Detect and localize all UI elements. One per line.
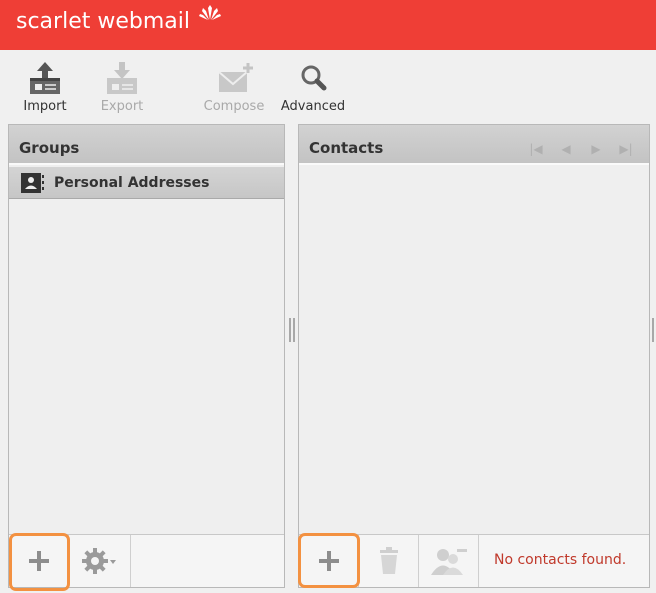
advanced-label: Advanced	[280, 99, 346, 114]
first-page-icon[interactable]: |◀	[521, 142, 551, 156]
brand-logo: scarlet webmail	[16, 9, 190, 34]
add-group-highlight	[9, 533, 70, 591]
panel-splitter[interactable]	[289, 318, 295, 342]
toolbar: Import Export Compose Advanced	[0, 50, 656, 124]
export-button[interactable]: Export	[97, 60, 147, 120]
import-icon	[30, 62, 60, 94]
sparkle-icon	[199, 5, 221, 20]
gear-icon	[81, 548, 116, 574]
groups-title: Groups	[19, 139, 80, 157]
compose-button[interactable]: Compose	[203, 60, 265, 120]
export-label: Export	[100, 99, 144, 114]
contacts-panel: Contacts |◀ ◀ ▶ ▶| No contacts found.	[298, 124, 650, 588]
remove-from-group-button[interactable]	[419, 535, 479, 587]
right-splitter[interactable]	[652, 318, 656, 342]
trash-icon	[379, 547, 398, 574]
last-page-icon[interactable]: ▶|	[611, 142, 641, 156]
compose-icon	[218, 63, 253, 92]
add-contact-highlight	[298, 533, 360, 588]
contacts-header: Contacts |◀ ◀ ▶ ▶|	[299, 125, 649, 165]
search-icon	[301, 65, 327, 91]
prev-page-icon[interactable]: ◀	[551, 142, 581, 156]
compose-label: Compose	[203, 99, 265, 114]
group-item-personal-addresses[interactable]: Personal Addresses	[9, 167, 284, 199]
address-book-icon	[21, 173, 44, 193]
pagination: |◀ ◀ ▶ ▶|	[521, 138, 641, 157]
contacts-title: Contacts	[309, 139, 384, 157]
group-settings-button[interactable]	[69, 535, 131, 587]
groups-header: Groups	[9, 125, 284, 165]
user-minus-icon	[430, 549, 467, 575]
import-label: Import	[23, 99, 67, 114]
groups-panel: Groups Personal Addresses	[8, 124, 285, 588]
next-page-icon[interactable]: ▶	[581, 142, 611, 156]
no-contacts-message: No contacts found.	[494, 552, 627, 568]
group-item-label: Personal Addresses	[54, 175, 210, 191]
export-icon	[107, 62, 137, 94]
delete-contact-button[interactable]	[359, 535, 419, 587]
advanced-button[interactable]: Advanced	[279, 60, 347, 120]
import-button[interactable]: Import	[20, 60, 70, 120]
app-header: scarlet webmail	[0, 0, 656, 50]
